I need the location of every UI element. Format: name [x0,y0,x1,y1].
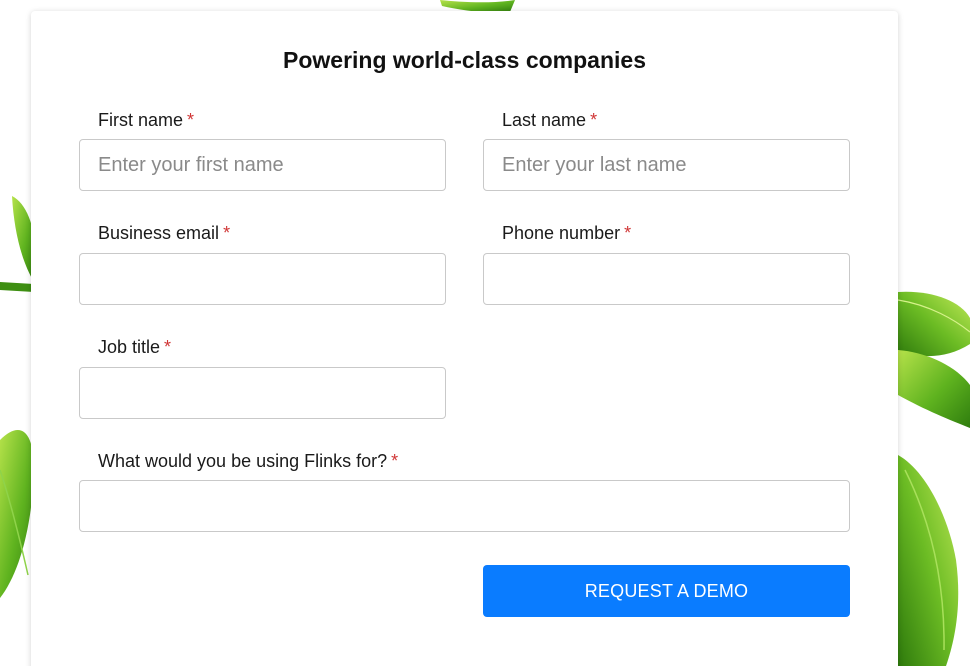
demo-request-form: Powering world-class companies First nam… [31,11,898,666]
first-name-input[interactable] [79,139,446,191]
job-title-label: Job title * [98,337,171,358]
job-title-label-text: Job title [98,337,161,357]
usage-label-text: What would you be using Flinks for? [98,451,388,471]
phone-number-input[interactable] [483,253,850,305]
required-marker: * [223,223,231,243]
leaf-icon [898,350,970,428]
leaf-icon [0,430,34,598]
required-marker: * [624,223,632,243]
first-name-label: First name * [98,110,194,131]
required-marker: * [164,337,172,357]
leaf-icon [898,455,959,666]
last-name-input[interactable] [483,139,850,191]
leaf-icon [0,282,34,292]
business-email-label: Business email * [98,223,230,244]
last-name-label-text: Last name [502,110,587,130]
phone-number-label-text: Phone number [502,223,621,243]
required-marker: * [590,110,598,130]
form-title: Powering world-class companies [283,47,646,73]
usage-input[interactable] [79,480,850,532]
request-demo-button[interactable]: REQUEST A DEMO [483,565,850,617]
required-marker: * [187,110,195,130]
first-name-label-text: First name [98,110,184,130]
required-marker: * [391,451,399,471]
job-title-input[interactable] [79,367,446,419]
last-name-label: Last name * [502,110,597,131]
business-email-input[interactable] [79,253,446,305]
usage-label: What would you be using Flinks for? * [98,451,398,472]
page: Powering world-class companies First nam… [0,0,970,666]
phone-number-label: Phone number * [502,223,631,244]
business-email-label-text: Business email [98,223,220,243]
